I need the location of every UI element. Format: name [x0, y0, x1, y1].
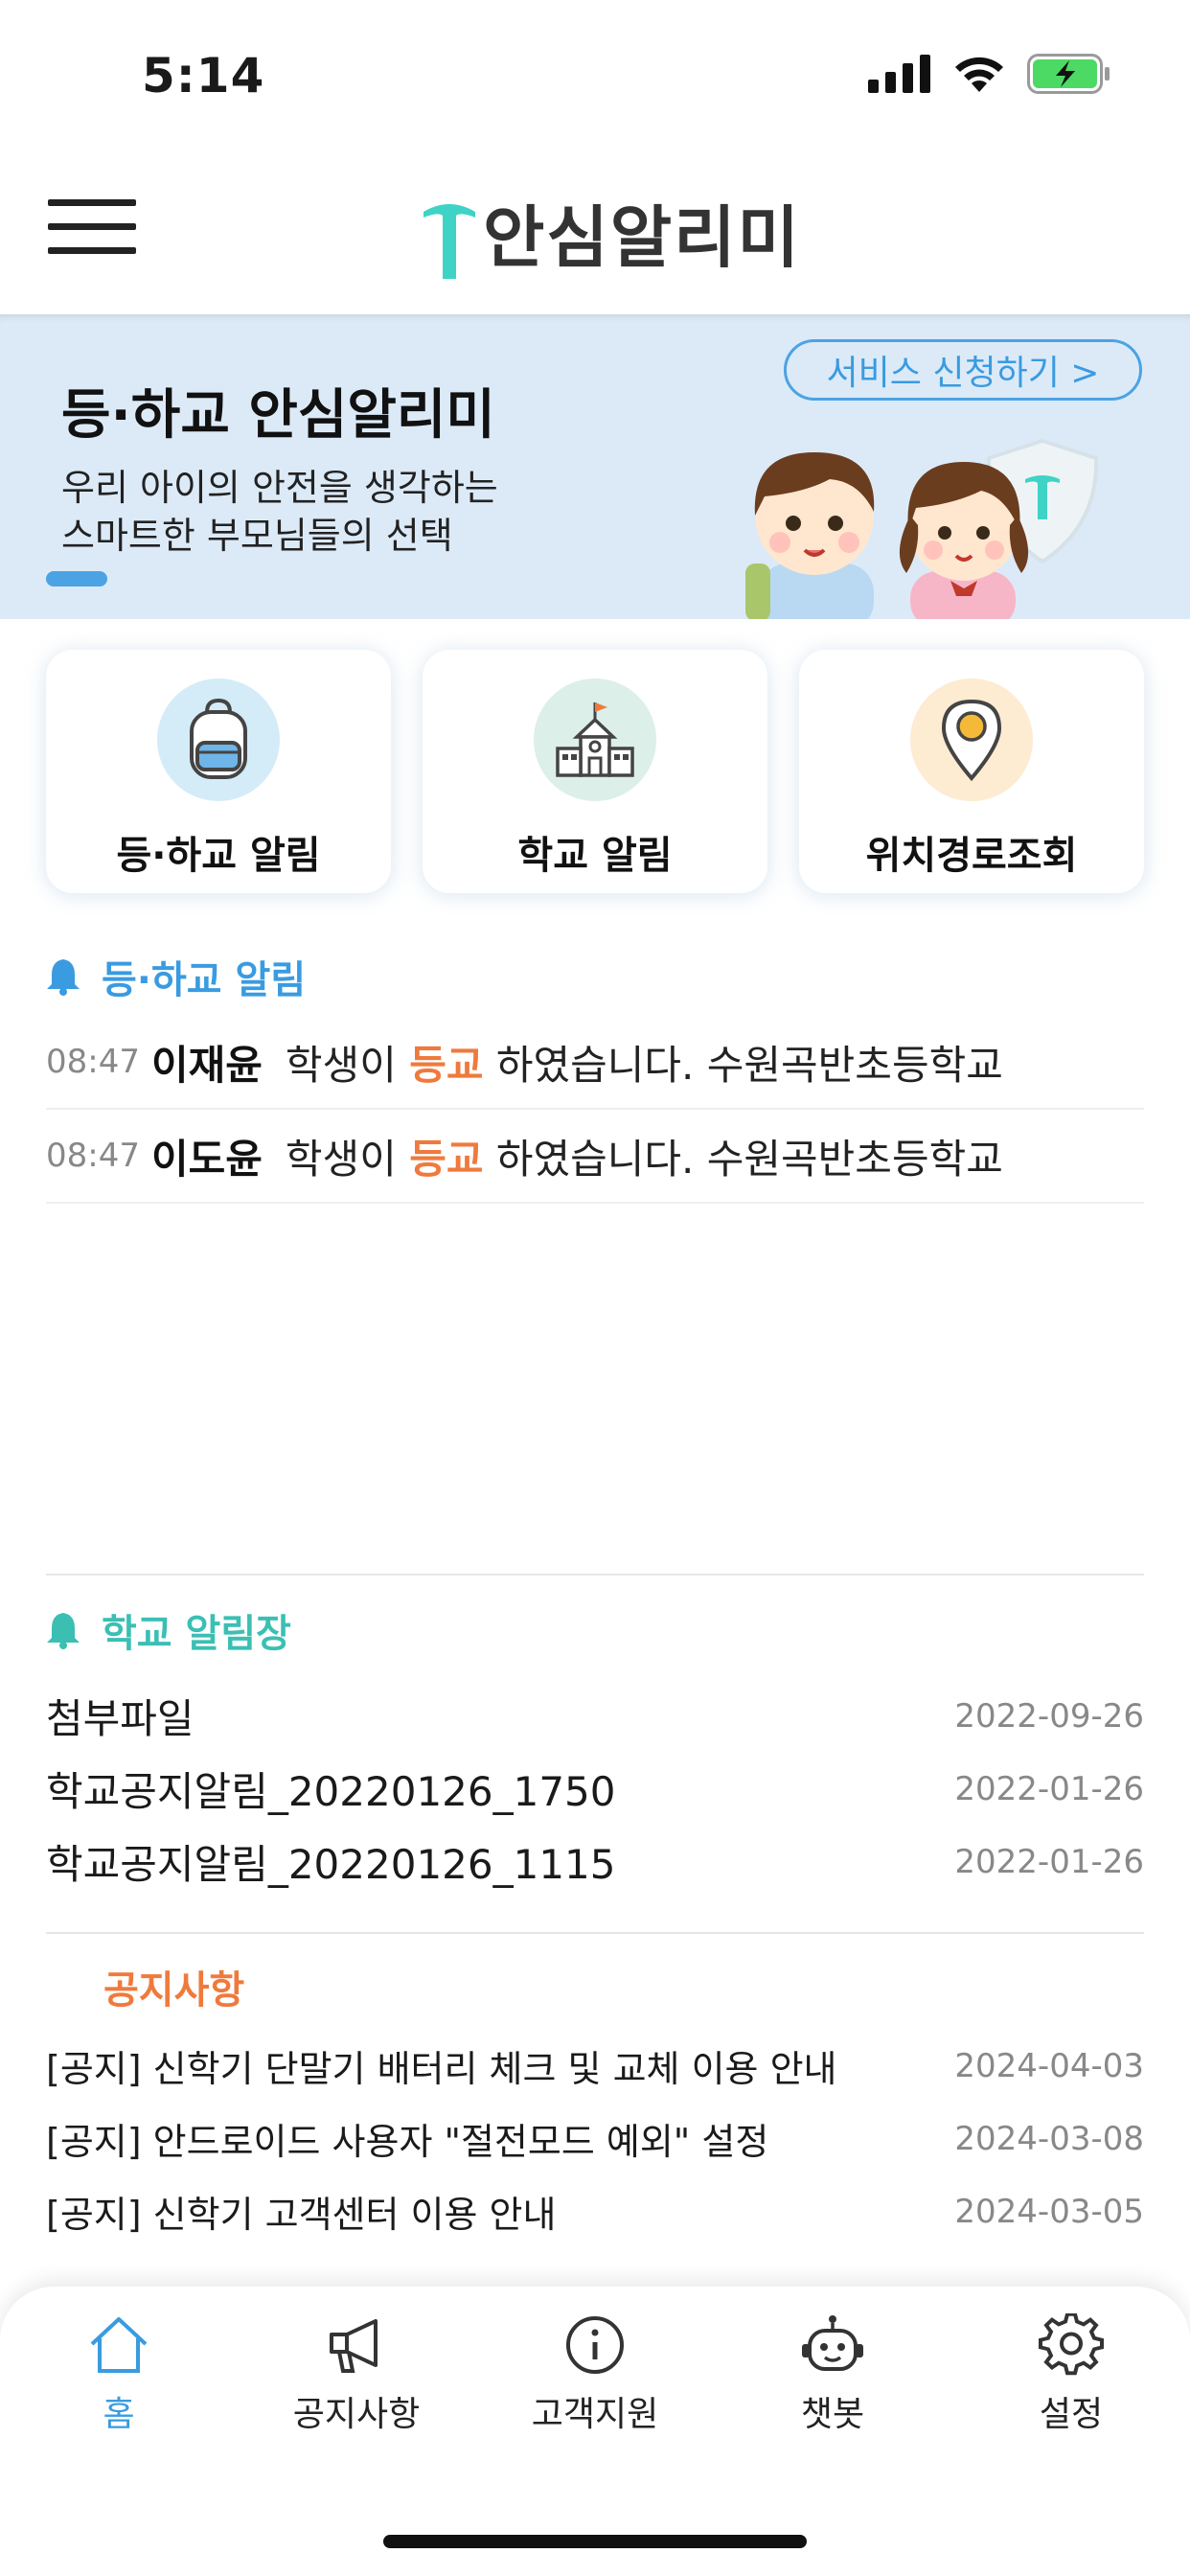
quick-label: 등·하교 알림	[116, 834, 321, 878]
alert-row[interactable]: 08:47 이재윤 학생이 등교 하였습니다. 수원곡반초등학교	[46, 1016, 1144, 1110]
notice-title: 학교공지알림_20220126_1750	[46, 1768, 616, 1815]
info-icon	[566, 2316, 624, 2374]
announcement-date: 2024-03-05	[954, 2192, 1144, 2231]
bell-icon	[47, 959, 80, 996]
tab-label: 홈	[103, 2395, 135, 2434]
tab-chatbot[interactable]: 챗봇	[737, 2313, 928, 2436]
tab-label: 공지사항	[292, 2395, 421, 2434]
announcement-header[interactable]: 공지사항	[103, 1959, 244, 2014]
notice-title: 첨부파일	[46, 1695, 195, 1742]
tab-settings[interactable]: 설정	[975, 2313, 1167, 2436]
alert-text-post: 하였습니다. 수원곡반초등학교	[495, 1135, 1003, 1183]
alert-message: 학생이 등교 하였습니다. 수원곡반초등학교	[286, 1127, 1003, 1185]
divider	[46, 1574, 1144, 1576]
backpack-icon	[157, 678, 280, 801]
app-logo: 안심알리미	[418, 184, 801, 281]
robot-icon	[802, 2315, 863, 2371]
tab-label: 설정	[1039, 2395, 1104, 2434]
alert-text-pre: 학생이	[285, 1041, 397, 1089]
tab-label: 고객지원	[531, 2395, 659, 2434]
kids-illustration	[745, 438, 1099, 619]
announcement-title: [공지] 안드로이드 사용자 "절전모드 예외" 설정	[46, 2121, 769, 2163]
alert-text-pre: 학생이	[285, 1135, 397, 1183]
alert-row[interactable]: 08:47 이도윤 학생이 등교 하였습니다. 수원곡반초등학교	[46, 1110, 1144, 1204]
wifi-icon	[952, 54, 1006, 98]
alert-message: 학생이 등교 하였습니다. 수원곡반초등학교	[286, 1033, 1003, 1092]
notice-date: 2022-09-26	[954, 1696, 1144, 1736]
list-item[interactable]: [공지] 신학기 고객센터 이용 안내 2024-03-05	[46, 2185, 1144, 2238]
notice-date: 2022-01-26	[954, 1769, 1144, 1808]
quick-label: 위치경로조회	[865, 834, 1078, 878]
status-time: 5:14	[142, 48, 265, 104]
megaphone-icon	[330, 2319, 378, 2373]
status-icons	[868, 54, 1111, 98]
list-item[interactable]: [공지] 안드로이드 사용자 "절전모드 예외" 설정 2024-03-08	[46, 2112, 1144, 2165]
school-icon	[534, 678, 656, 801]
logo-t-icon	[423, 204, 475, 279]
battery-charging-icon	[1027, 54, 1111, 98]
banner-title: 등·하교 안심알리미	[61, 384, 495, 447]
section-title: 공지사항	[103, 1968, 245, 2012]
home-indicator[interactable]	[383, 2535, 807, 2548]
divider	[46, 1932, 1144, 1934]
student-name: 이재윤	[151, 1041, 263, 1089]
tab-notices[interactable]: 공지사항	[261, 2313, 452, 2436]
notice-title: 학교공지알림_20220126_1115	[46, 1841, 616, 1888]
home-icon	[90, 2317, 148, 2373]
service-apply-button[interactable]: 서비스 신청하기 >	[784, 339, 1142, 401]
banner-subtitle: 우리 아이의 안전을 생각하는	[61, 467, 498, 509]
student-name: 이도윤	[151, 1135, 263, 1183]
announcement-date: 2024-04-03	[954, 2046, 1144, 2085]
tab-label: 챗봇	[800, 2395, 865, 2434]
signal-icon	[868, 55, 931, 97]
alert-text-post: 하였습니다. 수원곡반초등학교	[495, 1041, 1003, 1089]
alert-status: 등교	[409, 1135, 484, 1183]
alert-time: 08:47	[46, 1137, 140, 1175]
school-notice-header[interactable]: 학교 알림장	[46, 1602, 291, 1658]
app-header: 안심알리미	[0, 144, 1190, 314]
alert-status: 등교	[409, 1041, 484, 1089]
notice-date: 2022-01-26	[954, 1842, 1144, 1881]
status-bar: 5:14	[0, 0, 1190, 144]
commute-alert-header[interactable]: 등·하교 알림	[46, 949, 306, 1004]
section-title: 등·하교 알림	[102, 958, 307, 1002]
section-title: 학교 알림장	[102, 1612, 291, 1656]
logo-text: 안심알리미	[483, 198, 801, 277]
announcement-date: 2024-03-08	[954, 2119, 1144, 2158]
menu-icon[interactable]	[48, 199, 136, 257]
bottom-tab-bar: 홈 공지사항 고객지원 챗봇 설정	[0, 2287, 1190, 2576]
promo-banner[interactable]: 등·하교 안심알리미 우리 아이의 안전을 생각하는 스마트한 부모님들의 선택…	[0, 314, 1190, 619]
quick-location-route[interactable]: 위치경로조회	[799, 650, 1144, 893]
quick-school-alert[interactable]: 학교 알림	[423, 650, 767, 893]
quick-menu: 등·하교 알림 학교 알림 위치경로조회	[46, 650, 1144, 893]
banner-subtitle: 스마트한 부모님들의 선택	[61, 515, 453, 557]
list-item[interactable]: [공지] 신학기 단말기 배터리 체크 및 교체 이용 안내 2024-04-0…	[46, 2039, 1144, 2092]
bell-icon	[47, 1613, 80, 1649]
location-pin-icon	[910, 678, 1033, 801]
banner-page-indicator	[46, 571, 107, 586]
announcement-title: [공지] 신학기 고객센터 이용 안내	[46, 2194, 557, 2236]
tab-home[interactable]: 홈	[23, 2313, 215, 2436]
alert-time: 08:47	[46, 1043, 140, 1081]
tab-support[interactable]: 고객지원	[499, 2313, 691, 2436]
list-item[interactable]: 학교공지알림_20220126_1115 2022-01-26	[46, 1832, 1144, 1891]
announcement-title: [공지] 신학기 단말기 배터리 체크 및 교체 이용 안내	[46, 2048, 837, 2090]
quick-label: 학교 알림	[517, 834, 673, 878]
list-item[interactable]: 첨부파일 2022-09-26	[46, 1687, 1144, 1745]
quick-commute-alert[interactable]: 등·하교 알림	[46, 650, 391, 893]
gear-icon	[1039, 2313, 1104, 2376]
list-item[interactable]: 학교공지알림_20220126_1750 2022-01-26	[46, 1760, 1144, 1818]
